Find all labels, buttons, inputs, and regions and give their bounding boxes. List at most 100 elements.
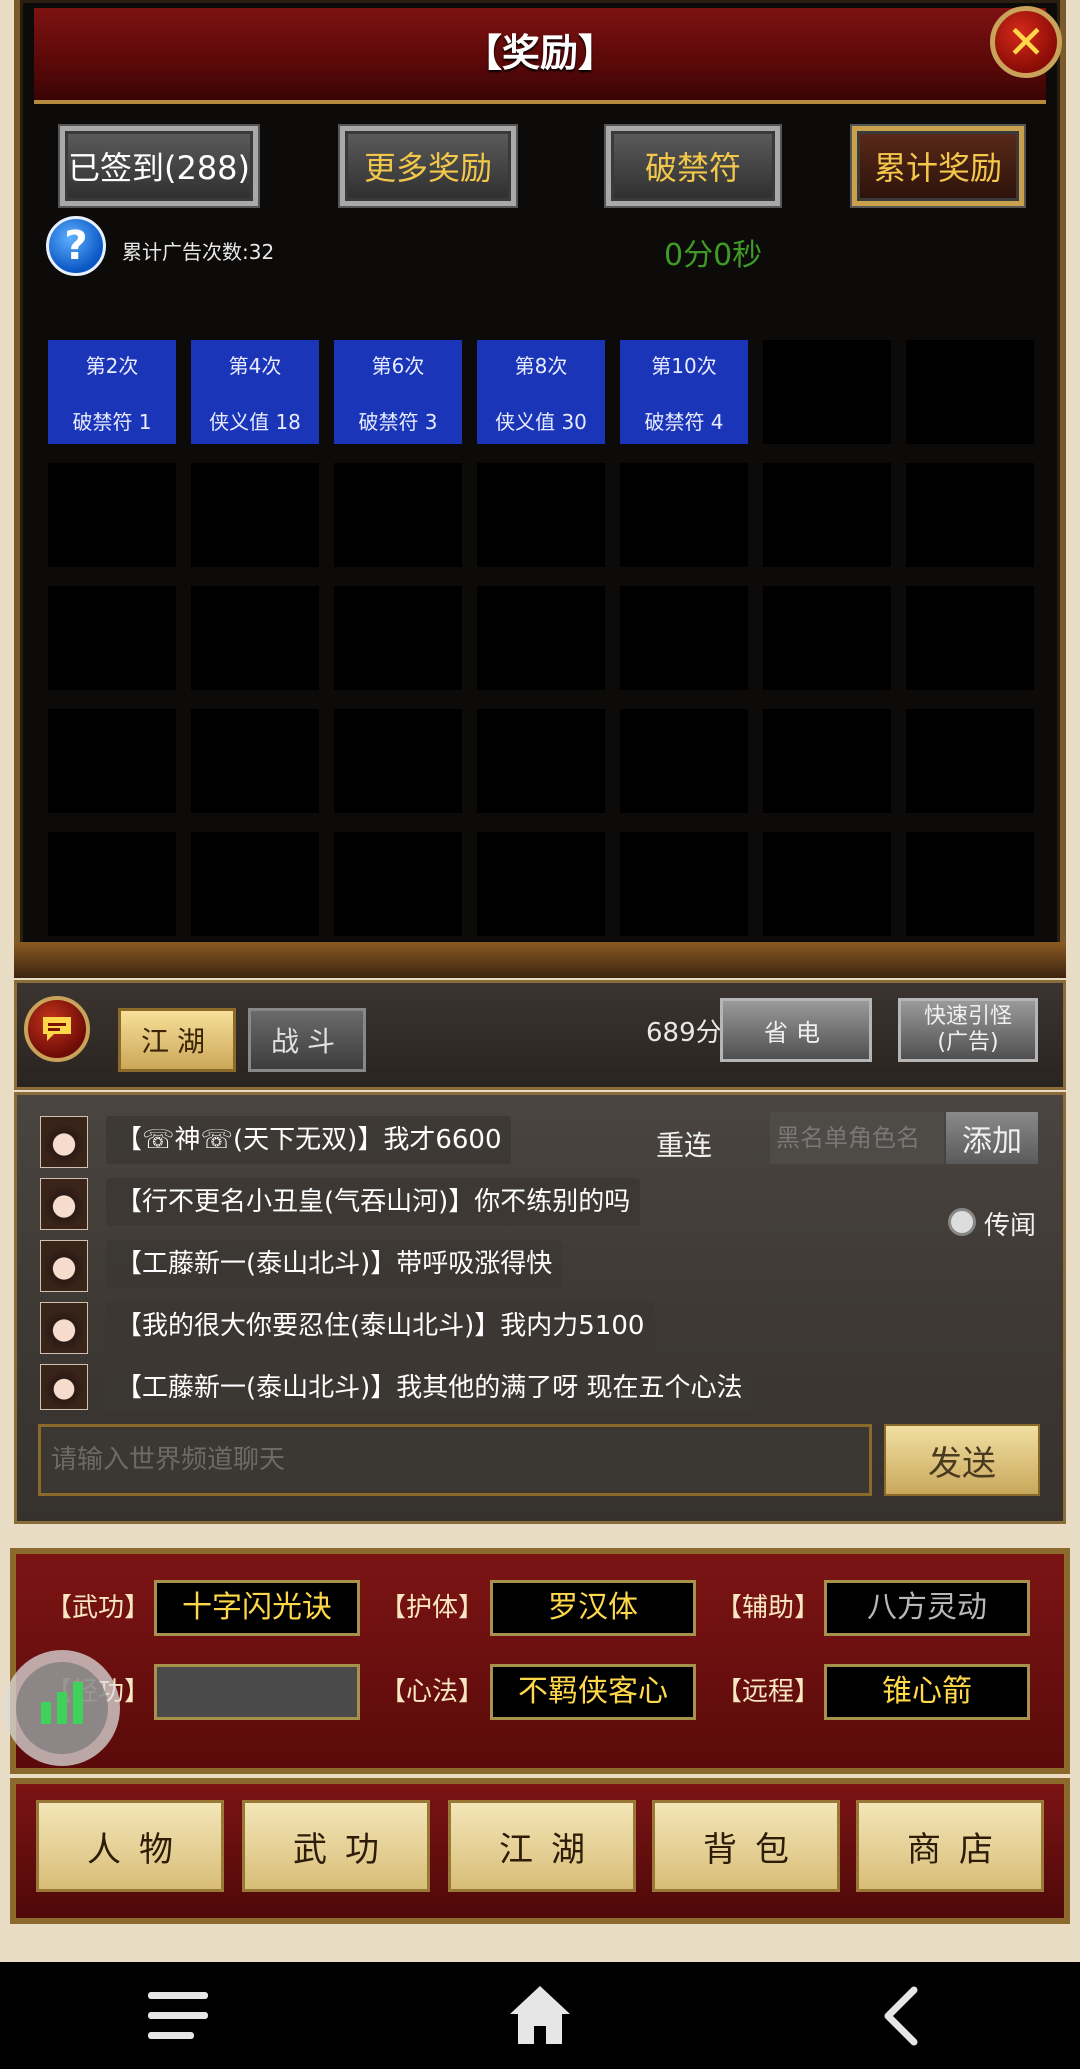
reward-cell-times: 第10次 xyxy=(651,354,717,378)
reward-cell-reward: 破禁符 1 xyxy=(72,410,152,434)
avatar[interactable] xyxy=(40,1240,88,1292)
reward-cell[interactable]: 第2次破禁符 1 xyxy=(48,340,176,444)
reward-cell[interactable] xyxy=(620,832,748,936)
reward-cell[interactable] xyxy=(906,463,1034,567)
nav-shop-button[interactable]: 商店 xyxy=(856,1800,1044,1892)
reward-cell-reward: 侠义值 30 xyxy=(495,410,587,434)
blacklist-input[interactable]: 黑名单角色名 xyxy=(770,1112,944,1164)
reward-cell[interactable] xyxy=(906,832,1034,936)
nav-jianghu-button[interactable]: 江湖 xyxy=(448,1800,636,1892)
chat-bubble-icon[interactable] xyxy=(24,996,90,1062)
reward-cell-times: 第6次 xyxy=(371,354,425,378)
body-slot[interactable]: 罗汉体 xyxy=(490,1580,696,1636)
reward-cell[interactable] xyxy=(477,463,605,567)
reward-cell[interactable]: 第10次破禁符 4 xyxy=(620,340,748,444)
light-slot[interactable] xyxy=(154,1664,360,1720)
break-seal-button[interactable]: 破禁符 xyxy=(606,126,780,206)
question-icon[interactable]: ? xyxy=(46,216,106,276)
menu-icon[interactable] xyxy=(146,1990,212,2042)
home-icon[interactable] xyxy=(506,1982,574,2048)
voice-widget-inner xyxy=(16,1662,108,1754)
reward-cell[interactable] xyxy=(191,709,319,813)
close-icon: ✕ xyxy=(1006,15,1046,69)
reward-cell[interactable] xyxy=(191,463,319,567)
reward-cell[interactable] xyxy=(763,340,891,444)
heart-slot[interactable]: 不羁侠客心 xyxy=(490,1664,696,1720)
power-save-button[interactable]: 省电 xyxy=(720,998,872,1062)
body-label: 【护体】 xyxy=(380,1593,485,1623)
reward-cell[interactable] xyxy=(906,709,1034,813)
score-label: 689分 xyxy=(646,1018,722,1048)
ad-count-label: 累计广告次数:32 xyxy=(122,240,275,264)
signal-bars-icon[interactable] xyxy=(4,1650,120,1766)
signed-in-button[interactable]: 已签到(288) xyxy=(60,126,258,206)
reward-cell[interactable]: 第6次破禁符 3 xyxy=(334,340,462,444)
reward-cell[interactable] xyxy=(334,463,462,567)
martial-slot[interactable]: 十字闪光诀 xyxy=(154,1580,360,1636)
chat-message: 【工藤新一(泰山北斗)】我其他的满了呀 现在五个心法 xyxy=(106,1364,753,1412)
reward-cell-reward: 侠义值 18 xyxy=(209,410,301,434)
reward-cell[interactable] xyxy=(763,463,891,567)
reward-cell[interactable] xyxy=(620,709,748,813)
quick-monster-label: 快速引怪 (广告) xyxy=(923,1004,1012,1055)
reward-cell[interactable] xyxy=(477,586,605,690)
avatar[interactable] xyxy=(40,1116,88,1168)
world-chat-input[interactable]: 请输入世界频道聊天 xyxy=(38,1424,872,1496)
avatar[interactable] xyxy=(40,1302,88,1354)
add-blacklist-button[interactable]: 添加 xyxy=(946,1112,1038,1164)
ranged-label: 【远程】 xyxy=(716,1677,821,1707)
reconnect-button[interactable]: 重连 xyxy=(656,1124,712,1164)
reward-cell[interactable] xyxy=(477,832,605,936)
reward-cell[interactable] xyxy=(620,586,748,690)
chat-message: 【☏神☏(天下无双)】我才6600 xyxy=(106,1116,512,1164)
cumulative-rewards-button[interactable]: 累计奖励 xyxy=(852,126,1024,206)
reward-cell[interactable] xyxy=(48,709,176,813)
reward-cell[interactable] xyxy=(763,832,891,936)
reward-cell[interactable] xyxy=(620,463,748,567)
nav-bag-button[interactable]: 背包 xyxy=(652,1800,840,1892)
reward-cell[interactable] xyxy=(48,832,176,936)
assist-label: 【辅助】 xyxy=(716,1593,821,1623)
reward-cell-times: 第8次 xyxy=(514,354,568,378)
reward-cell[interactable] xyxy=(48,463,176,567)
tab-battle[interactable]: 战斗 xyxy=(248,1008,366,1072)
more-rewards-button[interactable]: 更多奖励 xyxy=(340,126,516,206)
reward-cell[interactable] xyxy=(191,586,319,690)
avatar[interactable] xyxy=(40,1178,88,1230)
back-icon[interactable] xyxy=(880,1986,922,2046)
signal-bar xyxy=(41,1702,51,1724)
chat-message: 【行不更名小丑皇(气吞山河)】你不练别的吗 xyxy=(106,1178,641,1226)
timer-label: 0分0秒 xyxy=(664,238,763,273)
reward-cell-times: 第2次 xyxy=(85,354,139,378)
chat-message: 【工藤新一(泰山北斗)】带呼吸涨得快 xyxy=(106,1240,563,1288)
reward-cell-reward: 破禁符 3 xyxy=(358,410,438,434)
reward-cell[interactable]: 第4次侠义值 18 xyxy=(191,340,319,444)
chat-bubble-glyph xyxy=(43,1017,71,1041)
reward-cell[interactable] xyxy=(763,586,891,690)
tab-jianghu[interactable]: 江湖 xyxy=(118,1008,236,1072)
heart-label: 【心法】 xyxy=(380,1677,485,1707)
reward-cell[interactable] xyxy=(477,709,605,813)
send-button[interactable]: 发送 xyxy=(884,1424,1040,1496)
reward-cell[interactable] xyxy=(334,832,462,936)
reward-cell-reward: 破禁符 4 xyxy=(644,410,724,434)
reward-cell[interactable] xyxy=(191,832,319,936)
reward-title: 【奖励】 xyxy=(463,31,616,75)
nav-character-button[interactable]: 人物 xyxy=(36,1800,224,1892)
assist-slot[interactable]: 八方灵动 xyxy=(824,1580,1030,1636)
reward-cell[interactable] xyxy=(906,586,1034,690)
reward-cell[interactable] xyxy=(763,709,891,813)
quick-monster-ad-button[interactable]: 快速引怪 (广告) xyxy=(898,998,1038,1062)
reward-cell[interactable] xyxy=(334,586,462,690)
chat-message: 【我的很大你要忍住(泰山北斗)】我内力5100 xyxy=(106,1302,655,1350)
close-button[interactable]: ✕ xyxy=(990,6,1062,78)
reward-cell[interactable] xyxy=(48,586,176,690)
rumor-radio[interactable] xyxy=(948,1208,976,1236)
reward-cell[interactable] xyxy=(906,340,1034,444)
reward-cell-times: 第4次 xyxy=(228,354,282,378)
reward-cell[interactable] xyxy=(334,709,462,813)
reward-cell[interactable]: 第8次侠义值 30 xyxy=(477,340,605,444)
nav-martial-button[interactable]: 武功 xyxy=(242,1800,430,1892)
avatar[interactable] xyxy=(40,1364,88,1410)
ranged-slot[interactable]: 锥心箭 xyxy=(824,1664,1030,1720)
